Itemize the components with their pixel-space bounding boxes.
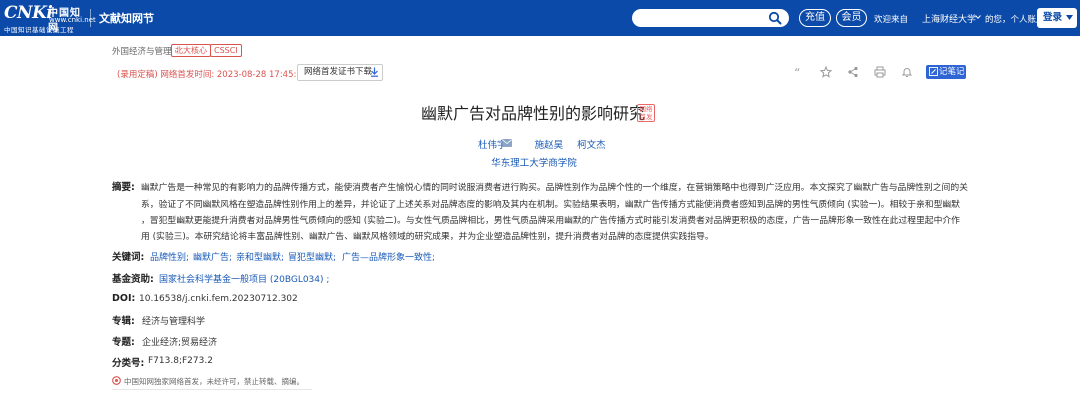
online-first-badge: 网络首发 bbox=[637, 104, 655, 122]
top-navigation-bar bbox=[0, 0, 1080, 36]
album-value: 经济与管理科学 bbox=[142, 317, 206, 327]
section-title: 文献知网节 bbox=[99, 12, 154, 25]
keyword-link[interactable]: 广告—品牌形象一致性; bbox=[342, 250, 435, 263]
star-icon[interactable] bbox=[820, 66, 832, 78]
fund-label: 基金资助: bbox=[112, 274, 154, 285]
mail-icon[interactable] bbox=[502, 139, 512, 147]
organization-name[interactable]: 上海财经大学 bbox=[922, 12, 976, 25]
classification-label: 分类号: bbox=[112, 358, 145, 369]
header-divider bbox=[90, 9, 91, 27]
online-publish-time: (录用定稿) 网络首发时间: 2023-08-28 17:45:00 bbox=[117, 70, 308, 80]
divider bbox=[112, 389, 312, 390]
logo-mark: CNKi bbox=[4, 3, 53, 23]
affiliation-link[interactable]: 华东理工大学商学院 bbox=[484, 155, 584, 169]
logo-url: www.cnki.net bbox=[49, 16, 96, 24]
tag-pku-core[interactable]: 北大核心 bbox=[171, 44, 211, 57]
classification-value: F713.8;F273.2 bbox=[148, 356, 213, 366]
author-link[interactable]: 施赵昊 bbox=[535, 140, 564, 151]
keyword-link[interactable]: 冒犯型幽默; bbox=[288, 250, 336, 263]
doi-label: DOI: bbox=[112, 293, 136, 304]
copyright-notice: 中国知网独家网络首发，未经许可，禁止转载、摘编。 bbox=[124, 377, 304, 386]
quote-icon[interactable]: “ bbox=[793, 66, 805, 78]
tag-cssci[interactable]: CSSCI bbox=[210, 44, 242, 57]
abstract-label: 摘要: bbox=[112, 182, 135, 193]
author-link[interactable]: 柯文杰 bbox=[577, 140, 606, 151]
cnki-logo[interactable]: CNKi 中国知网 www.cnki.net 中国知识基础设施工程 bbox=[4, 3, 96, 34]
keywords-label: 关键词: bbox=[112, 252, 145, 263]
logo-subtitle: 中国知识基础设施工程 bbox=[4, 26, 74, 34]
bell-icon[interactable] bbox=[901, 66, 913, 78]
download-icon[interactable] bbox=[370, 67, 379, 77]
svg-text:“: “ bbox=[794, 66, 800, 78]
doi-value: 10.16538/j.cnki.fem.20230712.302 bbox=[139, 294, 298, 304]
search-input[interactable] bbox=[632, 9, 789, 27]
note-edit-icon bbox=[929, 67, 938, 76]
author-list: 杜伟宇 施赵昊 柯文杰 bbox=[478, 137, 606, 151]
topic-label: 专题: bbox=[112, 337, 135, 348]
abstract-text-line: 幽默广告是一种常见的有影响力的品牌传播方式，能使消费者产生愉悦心情的同时说服消费… bbox=[141, 183, 968, 193]
journal-breadcrumb[interactable]: 外国经济与管理 · bbox=[112, 45, 177, 57]
login-chevron-down-icon[interactable] bbox=[1066, 15, 1073, 20]
fund-link[interactable]: 国家社会科学基金一般项目 (20BGL034) ; bbox=[159, 272, 329, 285]
album-label: 专辑: bbox=[112, 316, 135, 327]
abstract-text-line: 系，验证了不同幽默风格在塑造品牌性别作用上的差异，并论证了上述关系对品牌态度的影… bbox=[141, 200, 960, 210]
share-icon[interactable] bbox=[847, 66, 859, 78]
welcome-text: 欢迎来自 bbox=[874, 15, 909, 25]
copyright-notice-icon bbox=[112, 376, 121, 385]
abstract-text-line: 用 (实验三)。本研究结论将丰富品牌性别、幽默广告、幽默风格领域的研究成果，并为… bbox=[141, 232, 714, 242]
topic-value: 企业经济;贸易经济 bbox=[142, 338, 218, 348]
keyword-link[interactable]: 品牌性别; bbox=[150, 250, 189, 263]
keyword-link[interactable]: 亲和型幽默; bbox=[236, 250, 284, 263]
greeting-text: 的您，个人账户 bbox=[985, 15, 1045, 25]
chevron-down-icon[interactable] bbox=[975, 14, 981, 20]
article-title: 幽默广告对品牌性别的影响研究 bbox=[420, 104, 645, 123]
keyword-link[interactable]: 幽默广告; bbox=[193, 250, 232, 263]
print-icon[interactable] bbox=[874, 66, 886, 78]
member-button[interactable]: 会员 bbox=[836, 9, 867, 27]
recharge-button[interactable]: 充值 bbox=[799, 9, 831, 27]
abstract-text-line: ，冒犯型幽默更能提升消费者对品牌男性气质倾向的感知 (实验二)。与女性气质品牌相… bbox=[141, 216, 960, 226]
search-icon[interactable] bbox=[768, 11, 782, 25]
